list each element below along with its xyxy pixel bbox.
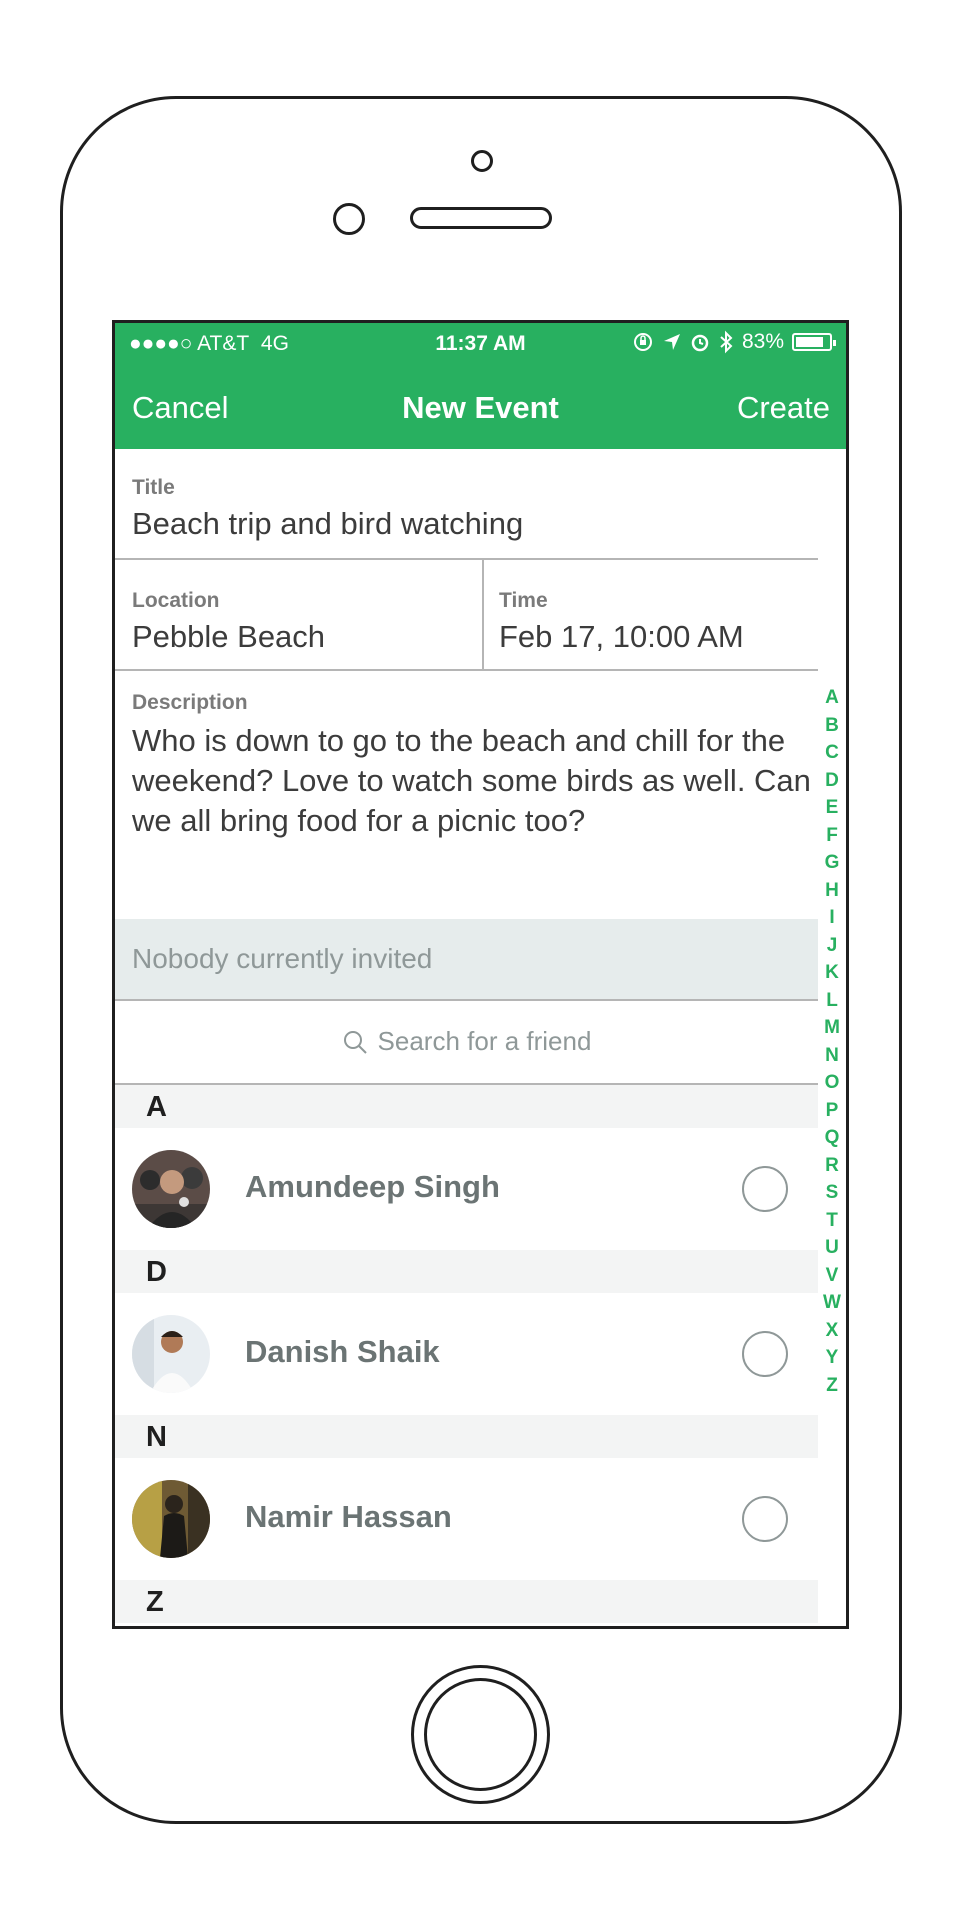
location-arrow-icon <box>663 334 680 350</box>
battery-tip <box>833 340 836 346</box>
select-radio[interactable] <box>742 1166 788 1212</box>
index-letter[interactable]: B <box>825 712 839 740</box>
home-button-ring <box>424 1678 537 1791</box>
index-letter[interactable]: A <box>825 684 839 712</box>
section-letter: N <box>146 1421 167 1453</box>
section-header-n: N <box>115 1415 818 1458</box>
time-label: Time <box>499 589 548 612</box>
description-field[interactable]: Description Who is down to go to the bea… <box>115 671 818 919</box>
friend-search[interactable]: Search for a friend <box>115 1001 818 1085</box>
index-letter[interactable]: Y <box>826 1344 839 1372</box>
section-letter: A <box>146 1091 167 1123</box>
index-letter[interactable]: P <box>826 1097 839 1125</box>
index-letter[interactable]: X <box>826 1317 839 1345</box>
alarm-icon <box>691 334 709 352</box>
description-label: Description <box>132 691 248 714</box>
index-letter[interactable]: R <box>825 1152 839 1180</box>
index-letter[interactable]: W <box>823 1289 841 1317</box>
battery-icon <box>792 333 836 351</box>
time-field[interactable]: Time Feb 17, 10:00 AM <box>484 560 818 671</box>
front-camera <box>333 203 365 235</box>
contact-name: Namir Hassan <box>245 1499 452 1534</box>
status-bar: ●●●●○ AT&T 4G 11:37 AM 83% <box>115 323 846 365</box>
select-radio[interactable] <box>742 1331 788 1377</box>
avatar <box>132 1150 210 1228</box>
location-value[interactable]: Pebble Beach <box>132 619 325 655</box>
invited-status-text: Nobody currently invited <box>132 943 433 974</box>
search-icon <box>343 1030 367 1054</box>
title-label: Title <box>132 476 175 499</box>
index-letter[interactable]: S <box>826 1179 839 1207</box>
index-letter[interactable]: T <box>826 1207 838 1235</box>
select-radio[interactable] <box>742 1496 788 1542</box>
index-letter[interactable]: N <box>825 1042 839 1070</box>
index-letter[interactable]: V <box>826 1262 839 1290</box>
contact-row[interactable]: Danish Shaik <box>115 1293 818 1415</box>
rotation-lock-icon <box>633 333 652 351</box>
time-value[interactable]: Feb 17, 10:00 AM <box>499 619 744 655</box>
battery-percent: 83% <box>741 330 784 353</box>
index-letter[interactable]: O <box>825 1069 840 1097</box>
index-letter[interactable]: L <box>826 987 838 1015</box>
alphabet-index[interactable]: ABCDEFGHIJKLMNOPQRSTUVWXYZ <box>818 684 846 1399</box>
battery-level <box>796 337 823 347</box>
home-button[interactable] <box>411 1665 550 1804</box>
status-icons: 83% <box>632 330 836 354</box>
index-letter[interactable]: H <box>825 877 839 905</box>
section-header-d: D <box>115 1250 818 1293</box>
create-button[interactable]: Create <box>737 390 830 426</box>
search-inner: Search for a friend <box>115 1026 818 1057</box>
index-letter[interactable]: G <box>825 849 840 877</box>
index-letter[interactable]: E <box>826 794 839 822</box>
title-value[interactable]: Beach trip and bird watching <box>132 506 523 542</box>
contact-name: Amundeep Singh <box>245 1169 500 1204</box>
description-value[interactable]: Who is down to go to the beach and chill… <box>132 721 812 841</box>
contact-row[interactable]: Namir Hassan <box>115 1458 818 1580</box>
app-screen: ●●●●○ AT&T 4G 11:37 AM 83% Cancel New Ev… <box>112 320 849 1629</box>
index-letter[interactable]: Q <box>825 1124 840 1152</box>
location-field[interactable]: Location Pebble Beach <box>115 560 484 671</box>
index-letter[interactable]: C <box>825 739 839 767</box>
search-input[interactable]: Search for a friend <box>378 1026 592 1057</box>
index-letter[interactable]: J <box>827 932 838 960</box>
index-letter[interactable]: Z <box>826 1372 838 1400</box>
nav-bar: Cancel New Event Create <box>115 383 846 433</box>
title-field[interactable]: Title Beach trip and bird watching <box>115 449 818 560</box>
contact-row[interactable]: Amundeep Singh <box>115 1128 818 1250</box>
index-letter[interactable]: I <box>829 904 834 932</box>
index-letter[interactable]: F <box>826 822 838 850</box>
app-header: ●●●●○ AT&T 4G 11:37 AM 83% Cancel New Ev… <box>115 323 846 449</box>
section-letter: D <box>146 1256 167 1288</box>
avatar <box>132 1480 210 1558</box>
earpiece-speaker <box>410 207 552 229</box>
index-letter[interactable]: U <box>825 1234 839 1262</box>
invited-status: Nobody currently invited <box>115 919 818 1001</box>
bluetooth-icon <box>720 330 733 354</box>
section-header-a: A <box>115 1085 818 1128</box>
section-header-z: Z <box>115 1580 818 1623</box>
proximity-sensor <box>471 150 493 172</box>
index-letter[interactable]: M <box>824 1014 840 1042</box>
index-letter[interactable]: K <box>825 959 839 987</box>
contact-name: Danish Shaik <box>245 1334 440 1369</box>
location-label: Location <box>132 589 220 612</box>
index-letter[interactable]: D <box>825 767 839 795</box>
section-letter: Z <box>146 1586 164 1618</box>
avatar <box>132 1315 210 1393</box>
